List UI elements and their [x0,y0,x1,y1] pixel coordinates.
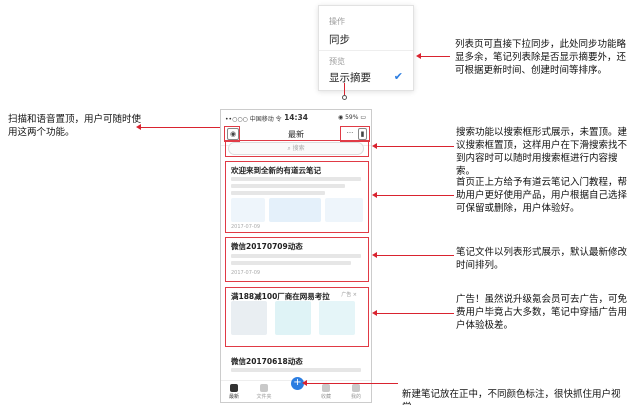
card-title: 微信20170618动态 [231,357,303,366]
status-bar: ••○○○ 中国移动 令 14:34 ◉ 59% ▭ [221,110,371,124]
search-highlight [225,140,369,157]
arrow-left [136,124,220,130]
tab-label: 我的 [350,394,361,400]
annotation-new-note: 新建笔记放在正中，不同颜色标注，很快抓住用户视觉。 [402,389,621,405]
tab-folders[interactable]: 文件夹 [255,384,273,400]
tab-latest[interactable]: 最新 [225,384,243,400]
tab-label: 文件夹 [256,394,272,400]
arrow-new-note [302,380,398,386]
arrow-search [372,143,454,149]
tab-mine[interactable]: 我的 [347,384,365,400]
arrow-ads [372,310,454,316]
card-summary-line [231,368,361,372]
notes-list-highlight [225,237,369,282]
arrow-dropdown [344,83,345,95]
tutorial-highlight [225,161,369,233]
star-icon [322,384,330,392]
tab-label: 收藏 [320,394,331,400]
dropdown-section-preview: 预览 [329,57,345,66]
annotation-scan-voice: 扫描和语音置顶，用户可随时使用这两个功能。 [8,114,142,138]
phone-screen: ••○○○ 中国移动 令 14:34 ◉ 59% ▭ ◉ 最新 ··· ▮ ⌕ … [220,109,372,403]
dropdown-divider [319,50,413,51]
folder-icon [260,384,268,392]
annotation-sync: 列表页可直接下拉同步，此处同步功能略显多余，笔记列表除是否显示摘要外，还可根据更… [455,39,627,76]
arrow-top-right [416,53,450,59]
ad-highlight [225,287,369,347]
dropdown-section-action: 操作 [329,17,345,26]
annotation-tutorial: 首页正上方给予有道云笔记入门教程，帮助用户更好使用产品，用户根据自己选择可保留或… [456,177,628,214]
user-icon [352,384,360,392]
show-summary-menu-item[interactable]: 显示摘要 [329,70,371,85]
sync-menu-item[interactable]: 同步 [329,32,350,47]
tab-label: 最新 [228,394,239,400]
annotation-notes-list: 笔记文件以列表形式展示，默认最新修改时间排列。 [456,247,628,271]
arrow-notes-list [372,252,454,258]
battery-label: ◉ 59% ▭ [337,114,366,121]
more-options-dropdown: 操作 同步 预览 显示摘要 ✔ [318,5,414,91]
latest-icon [230,384,238,392]
arrow-tutorial [372,192,454,198]
more-indicator-icon [342,95,347,100]
plus-icon: + [293,377,302,388]
tab-favorites[interactable]: 收藏 [317,384,335,400]
annotation-search: 搜索功能以搜索框形式展示，未置顶。建议搜索框置顶，这样用户在下滑搜索找不到内容时… [456,127,628,177]
check-icon: ✔ [393,70,403,83]
annotation-ads: 广告！虽然说升级氪会员可去广告，可免费用户毕竟占大多数，笔记中穿插广告用户体验极… [456,294,628,331]
